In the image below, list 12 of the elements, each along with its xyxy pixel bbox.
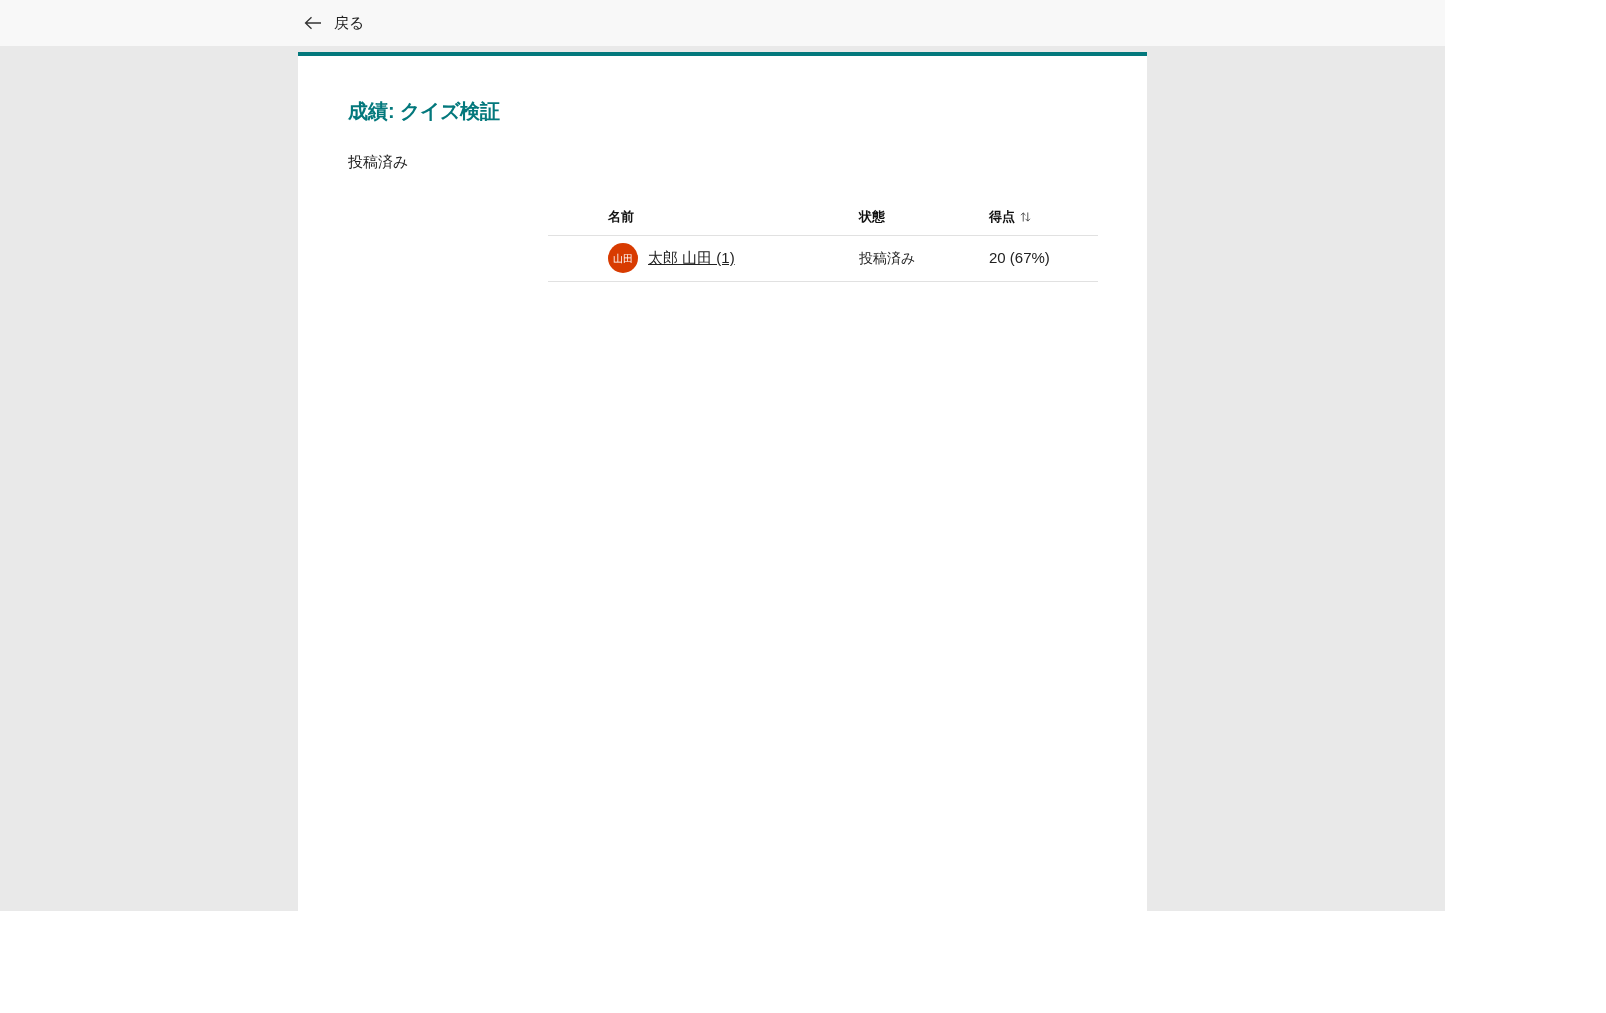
- section-label: 投稿済み: [348, 152, 409, 172]
- column-header[interactable]: 得点: [989, 207, 1015, 227]
- status-text: 投稿済み: [859, 249, 915, 266]
- sort-icon[interactable]: [1020, 211, 1031, 222]
- student-name-link[interactable]: 太郎 山田 (1): [648, 246, 735, 270]
- avatar: 山田: [608, 243, 638, 273]
- page-title: 成績: クイズ検証: [348, 99, 502, 124]
- arrow-left-icon: [304, 16, 322, 30]
- back-button[interactable]: 戻る: [298, 9, 370, 37]
- column-header: 状態: [859, 208, 885, 226]
- column-header: 名前: [608, 208, 634, 226]
- score-text: 20 (67%): [989, 248, 1050, 266]
